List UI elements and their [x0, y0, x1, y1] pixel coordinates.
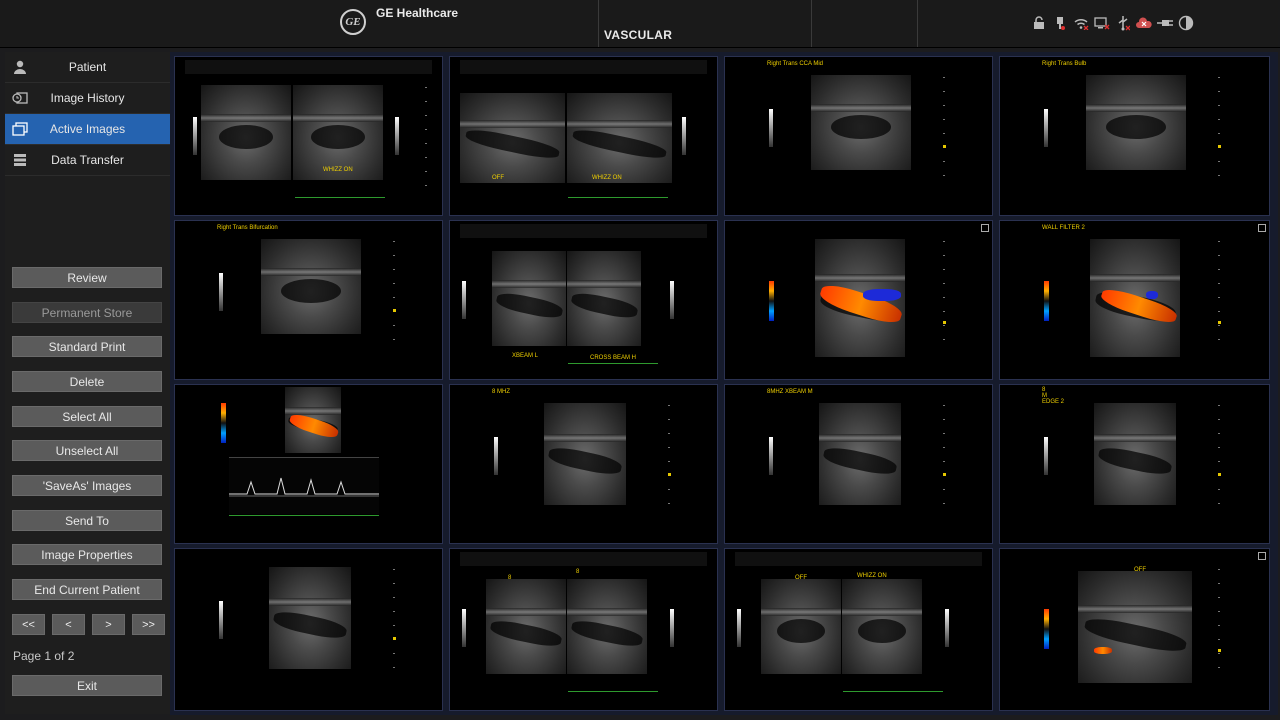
status-icons [1030, 14, 1194, 31]
image-thumbnail-4[interactable]: Right Trans Bulb [999, 56, 1270, 216]
image-label: CROSS BEAM H [590, 355, 637, 361]
nav-active-images-label: Active Images [49, 122, 126, 136]
image-thumbnail-13[interactable] [174, 548, 443, 711]
display-icon[interactable] [1093, 14, 1110, 31]
image-thumbnail-16[interactable]: OFF [999, 548, 1270, 711]
nav-active-images[interactable]: Active Images [5, 114, 170, 145]
ge-logo: GE [340, 9, 366, 35]
image-grid: WHIZZ ON OFF WHIZZ ON Right Trans CCA Mi… [170, 52, 1278, 715]
image-thumbnail-6[interactable]: XBEAM L CROSS BEAM H [449, 220, 718, 380]
nav-data-transfer[interactable]: Data Transfer [5, 145, 170, 176]
nav-patient-label: Patient [68, 60, 107, 74]
image-header [735, 552, 982, 566]
image-thumbnail-15[interactable]: OFF WHIZZ ON [724, 548, 993, 711]
image-thumbnail-12[interactable]: 8 M EDGE 2 [999, 384, 1270, 544]
nav-patient[interactable]: Patient [5, 52, 170, 83]
select-all-button[interactable]: Select All [12, 406, 162, 427]
next-page-button[interactable]: > [92, 614, 125, 635]
image-label: Right Trans Bifurcation [217, 225, 278, 231]
image-label: 8MHZ XBEAM M [767, 389, 813, 395]
page-indicator: Page 1 of 2 [13, 649, 75, 663]
pager: << < > >> [12, 614, 165, 635]
image-label: OFF [795, 575, 807, 581]
image-label: EDGE 2 [1042, 399, 1065, 405]
exam-mode: VASCULAR [604, 28, 673, 42]
image-label: WHIZZ ON [323, 167, 353, 173]
usb-icon[interactable] [1114, 14, 1131, 31]
expand-icon[interactable] [1258, 224, 1266, 232]
expand-icon[interactable] [981, 224, 989, 232]
permanent-store-button[interactable]: Permanent Store [12, 302, 162, 323]
prev-page-button[interactable]: < [52, 614, 85, 635]
image-properties-button[interactable]: Image Properties [12, 544, 162, 565]
save-as-images-button[interactable]: 'SaveAs' Images [12, 475, 162, 496]
lock-icon[interactable] [1030, 14, 1047, 31]
image-label: WHIZZ ON [857, 573, 887, 579]
image-thumbnail-2[interactable]: OFF WHIZZ ON [449, 56, 718, 216]
images-icon [5, 122, 35, 136]
nav-image-history-label: Image History [50, 91, 125, 105]
person-icon [5, 60, 35, 74]
image-thumbnail-14[interactable]: 8 8 [449, 548, 718, 711]
image-thumbnail-3[interactable]: Right Trans CCA Mid [724, 56, 993, 216]
unselect-all-button[interactable]: Unselect All [12, 440, 162, 461]
image-thumbnail-8[interactable]: WALL FILTER 2 [999, 220, 1270, 380]
end-current-patient-button[interactable]: End Current Patient [12, 579, 162, 600]
cable-icon[interactable] [1156, 14, 1173, 31]
first-page-button[interactable]: << [12, 614, 45, 635]
review-button[interactable]: Review [12, 267, 162, 288]
contrast-icon[interactable] [1177, 14, 1194, 31]
nav-image-history[interactable]: Image History [5, 83, 170, 114]
cloud-icon[interactable] [1135, 14, 1152, 31]
image-label: Right Trans Bulb [1042, 61, 1087, 67]
image-label: XBEAM L [512, 353, 539, 359]
wifi-icon[interactable] [1072, 14, 1089, 31]
image-label: 8 MHZ [492, 389, 510, 395]
image-thumbnail-7[interactable] [724, 220, 993, 380]
image-thumbnail-11[interactable]: 8MHZ XBEAM M [724, 384, 993, 544]
image-thumbnail-10[interactable]: 8 MHZ [449, 384, 718, 544]
image-header [460, 224, 707, 238]
standard-print-button[interactable]: Standard Print [12, 336, 162, 357]
delete-button[interactable]: Delete [12, 371, 162, 392]
image-label: Right Trans CCA Mid [767, 61, 824, 67]
image-header [460, 552, 707, 566]
image-label: OFF [492, 175, 504, 181]
image-header [460, 60, 707, 74]
sidebar: Patient Image History Active Images Data… [5, 52, 170, 714]
last-page-button[interactable]: >> [132, 614, 165, 635]
expand-icon[interactable] [1258, 552, 1266, 560]
image-header [185, 60, 432, 74]
image-label: WHIZZ ON [592, 175, 622, 181]
send-to-button[interactable]: Send To [12, 510, 162, 531]
network-plug-icon[interactable] [1051, 14, 1068, 31]
image-thumbnail-9[interactable] [174, 384, 443, 544]
history-icon [5, 91, 35, 105]
doppler-spectrum [229, 457, 379, 514]
image-label: WALL FILTER 2 [1042, 225, 1085, 231]
image-label: 8 [576, 569, 580, 575]
image-thumbnail-1[interactable]: WHIZZ ON [174, 56, 443, 216]
nav-data-transfer-label: Data Transfer [51, 153, 124, 167]
brand-name: GE Healthcare [376, 6, 459, 20]
exit-button[interactable]: Exit [12, 675, 162, 696]
ge-healthcare-brand: GE GE Healthcare [340, 6, 459, 35]
image-label: 8 [508, 575, 512, 581]
image-thumbnail-5[interactable]: Right Trans Bifurcation [174, 220, 443, 380]
top-bar: GE GE Healthcare VASCULAR [0, 0, 1280, 48]
data-transfer-icon [5, 153, 35, 167]
